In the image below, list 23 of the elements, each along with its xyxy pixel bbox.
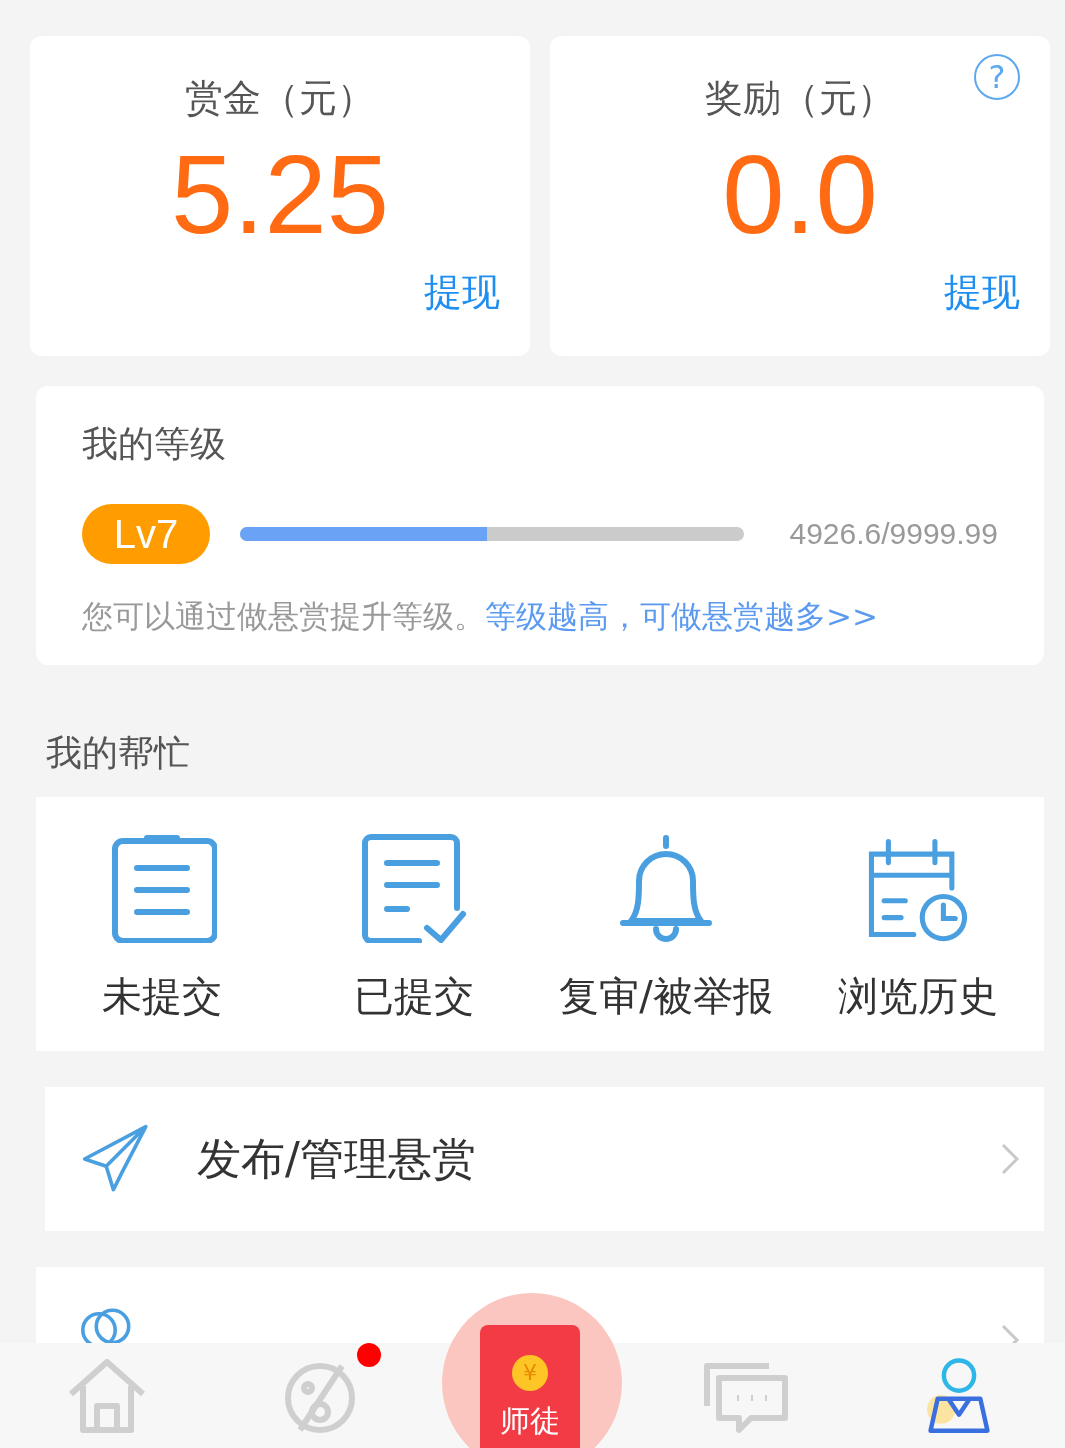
chevron-icon: [1000, 1142, 1020, 1176]
shortcut-label: 未提交: [102, 972, 222, 1021]
shortcut-item[interactable]: 浏览历史: [792, 797, 1044, 1051]
section-title: 我的帮忙: [46, 731, 191, 775]
level-hint: 您可以通过做悬赏提升等级。等级越高，可做悬赏越多>>: [82, 597, 879, 636]
shortcut-item[interactable]: 已提交: [288, 797, 540, 1051]
shortcut-item[interactable]: 复审/被举报: [540, 797, 792, 1051]
level-title: 我的等级: [82, 422, 227, 466]
level-points: 4926.6/9999.99: [789, 517, 998, 551]
balance-amount: 5.25: [171, 136, 389, 254]
menu-label: 发布/管理悬赏: [197, 1131, 476, 1186]
level-badge: Lv7: [82, 504, 210, 564]
envelope-label: 师徒: [500, 1402, 560, 1440]
checklist-icon: [359, 833, 469, 943]
coin-symbol: ¥: [512, 1355, 548, 1391]
balance-amount: 0.0: [722, 136, 878, 254]
shortcut-label: 已提交: [354, 972, 474, 1021]
shortcut-label: 复审/被举报: [559, 972, 773, 1021]
shortcut-item[interactable]: 未提交: [36, 797, 288, 1051]
menu-row[interactable]: 发布/管理悬赏: [45, 1087, 1044, 1231]
balance-title: 奖励（元）: [705, 75, 895, 122]
balance-title: 赏金（元）: [185, 75, 375, 122]
shortcut-label: 浏览历史: [838, 972, 998, 1021]
